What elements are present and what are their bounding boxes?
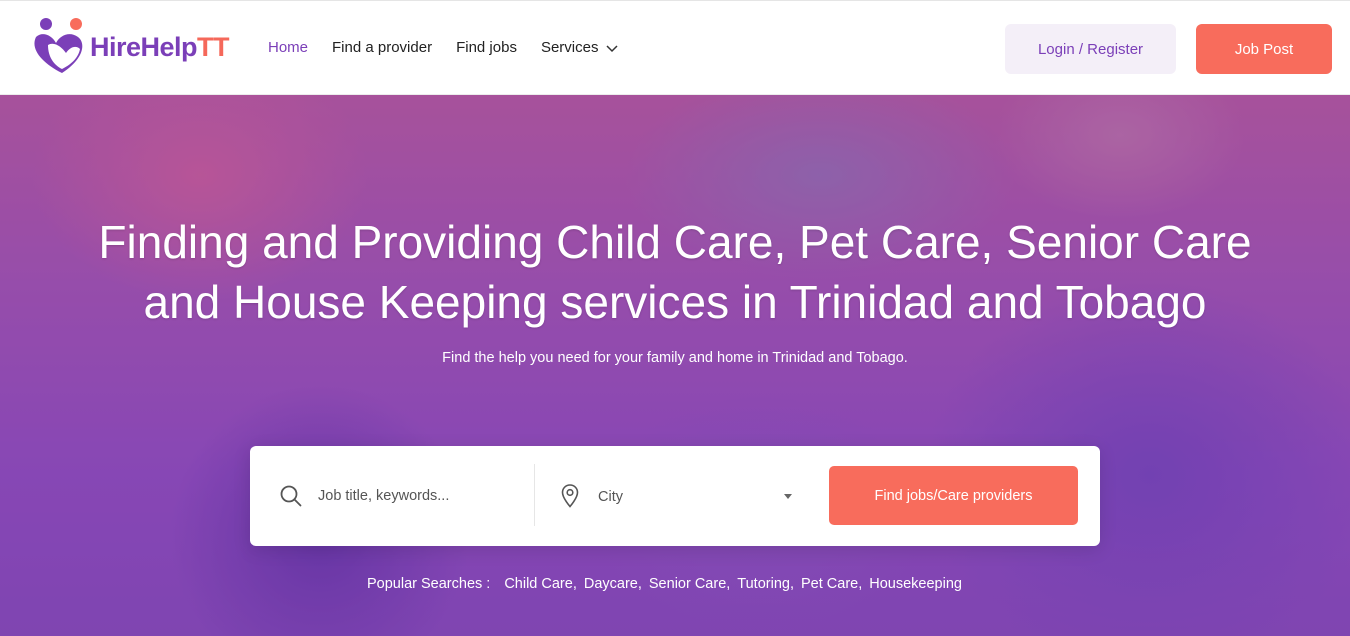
search-form: City Find jobs/Care providers (250, 446, 1100, 546)
popular-searches: Popular Searches : Child Care, Daycare, … (367, 576, 969, 592)
main-nav: Home Find a provider Find jobs Services (268, 39, 642, 56)
nav-services[interactable]: Services (541, 39, 619, 56)
brand-name: HireHelpTT (90, 31, 230, 62)
hero-section: Finding and Providing Child Care, Pet Ca… (0, 95, 1350, 636)
search-divider (534, 464, 535, 526)
job-post-button[interactable]: Job Post (1196, 24, 1332, 74)
hero-subtitle: Find the help you need for your family a… (442, 350, 908, 366)
hero-title-line2: and House Keeping services in Trinidad a… (143, 276, 1207, 328)
chevron-down-icon (606, 44, 619, 52)
hero-title: Finding and Providing Child Care, Pet Ca… (0, 212, 1350, 332)
nav-find-jobs[interactable]: Find jobs (456, 39, 517, 56)
nav-services-label: Services (540, 39, 599, 56)
nav-find-provider[interactable]: Find a provider (332, 39, 432, 56)
brand-logo[interactable]: HireHelpTT (32, 15, 230, 79)
login-register-button[interactable]: Login / Register (1005, 24, 1176, 74)
brand-logo-mark (32, 15, 90, 79)
popular-item-housekeeping[interactable]: Housekeeping (869, 576, 962, 592)
popular-item-child-care[interactable]: Child Care, (504, 576, 577, 592)
city-select[interactable]: City (598, 484, 798, 510)
site-header: HireHelpTT Home Find a provider Find job… (0, 0, 1350, 95)
nav-home[interactable]: Home (268, 39, 308, 56)
popular-item-tutoring[interactable]: Tutoring, (737, 576, 794, 592)
find-jobs-providers-button[interactable]: Find jobs/Care providers (829, 466, 1078, 525)
hero-title-line1: Finding and Providing Child Care, Pet Ca… (98, 216, 1252, 268)
popular-searches-label: Popular Searches : (367, 576, 491, 592)
keyword-search-input[interactable] (318, 484, 518, 508)
popular-item-pet-care[interactable]: Pet Care, (801, 576, 862, 592)
caret-down-icon[interactable] (784, 494, 792, 499)
search-icon (280, 485, 302, 507)
location-pin-icon (561, 484, 579, 508)
popular-item-daycare[interactable]: Daycare, (584, 576, 642, 592)
popular-item-senior-care[interactable]: Senior Care, (649, 576, 730, 592)
